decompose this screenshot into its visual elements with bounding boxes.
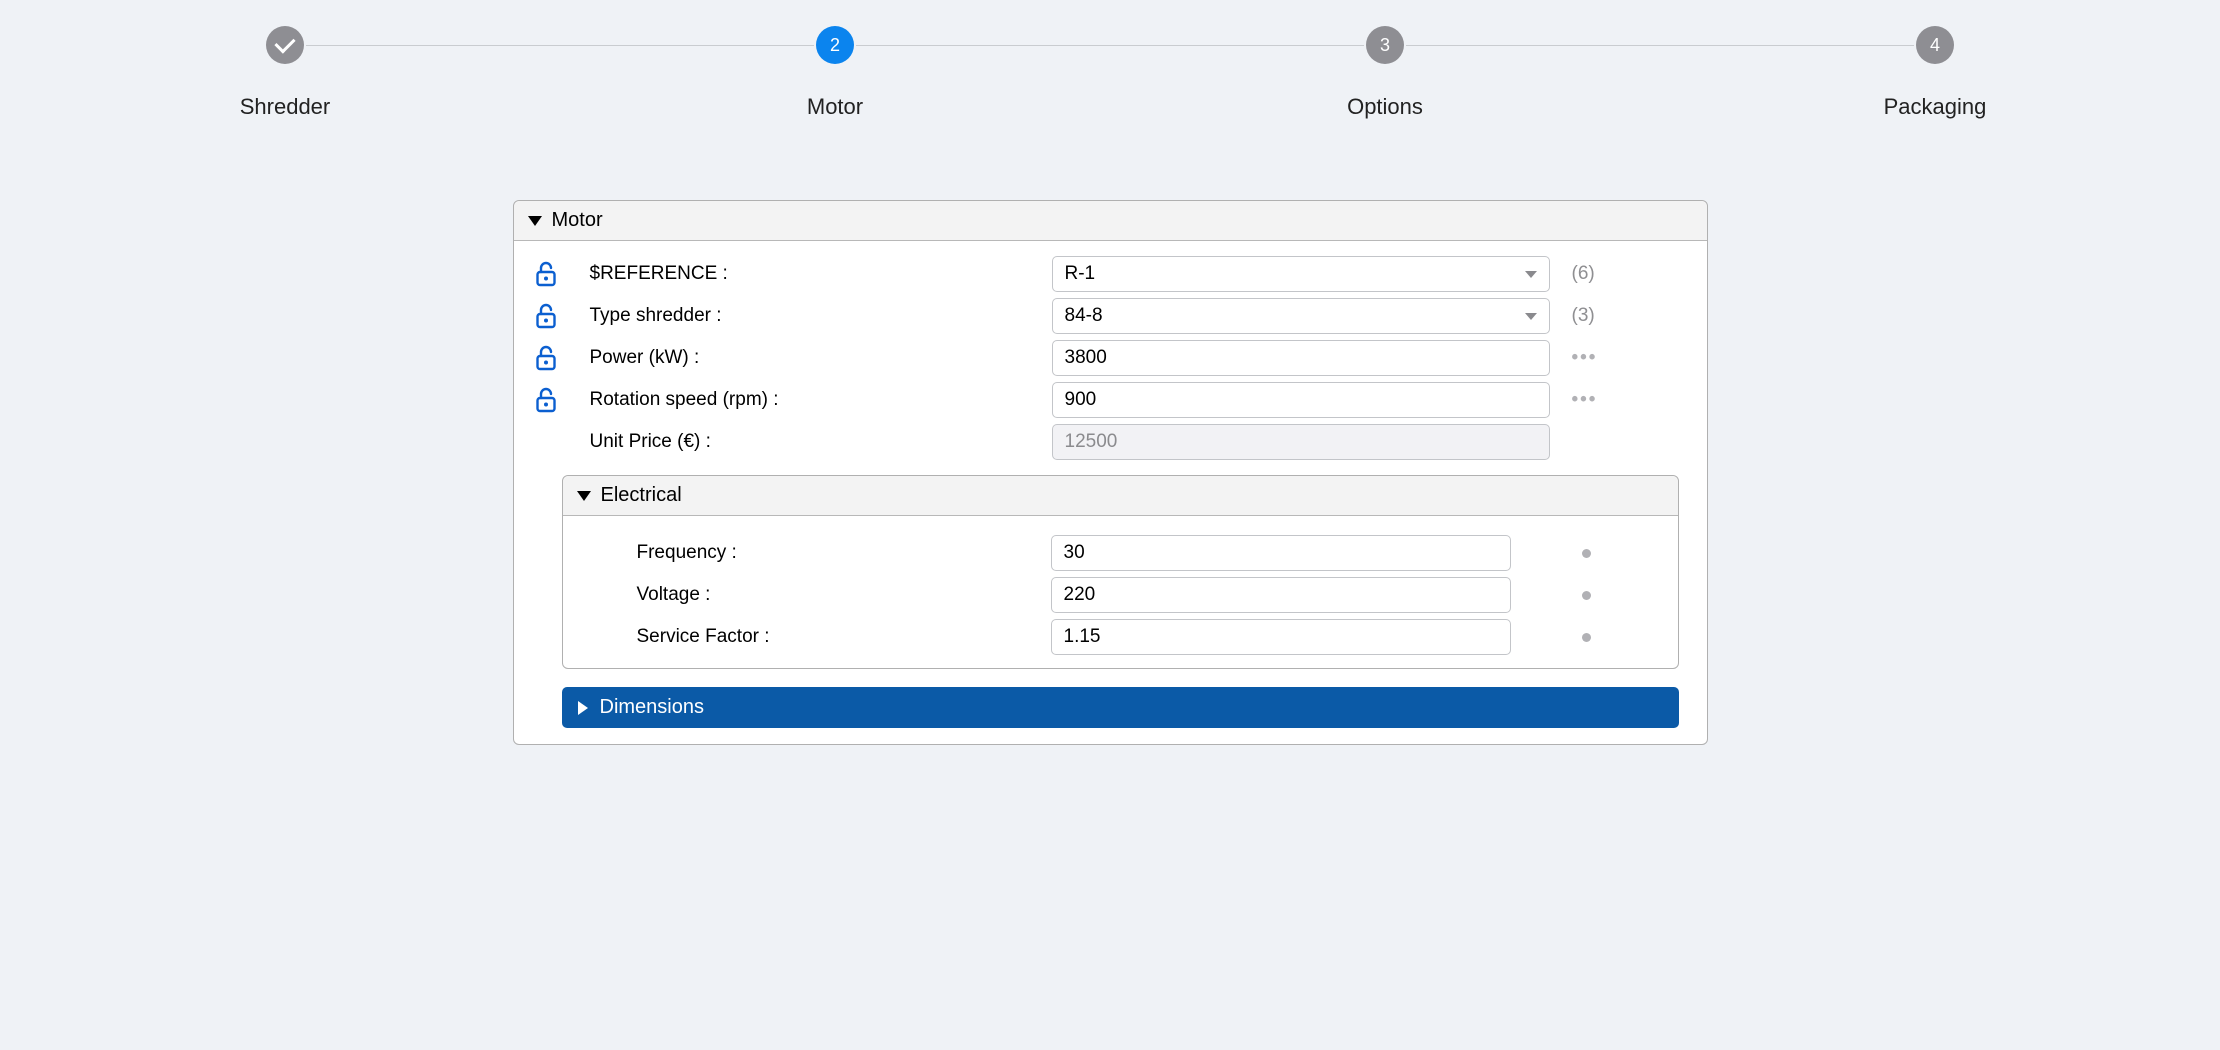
unlock-icon[interactable] — [534, 386, 558, 414]
step-shredder[interactable]: Shredder — [10, 26, 560, 120]
field-label: Voltage : — [573, 584, 1051, 606]
check-icon — [266, 26, 304, 64]
rotation-speed-input[interactable] — [1052, 382, 1550, 418]
reference-select[interactable]: R-1 — [1052, 256, 1550, 292]
dimensions-panel-header[interactable]: Dimensions — [562, 687, 1679, 728]
voltage-input[interactable] — [1051, 577, 1511, 613]
status-dot-icon — [1582, 633, 1591, 642]
chevron-down-icon — [1525, 271, 1537, 278]
step-label: Shredder — [240, 94, 331, 120]
motor-panel-header[interactable]: Motor — [514, 201, 1707, 241]
row-voltage: Voltage : — [573, 574, 1662, 616]
unit-price-input-field — [1065, 431, 1537, 453]
row-frequency: Frequency : — [573, 532, 1662, 574]
chevron-down-icon — [1525, 313, 1537, 320]
row-service-factor: Service Factor : — [573, 616, 1662, 658]
field-label: Frequency : — [573, 542, 1051, 564]
power-input[interactable] — [1052, 340, 1550, 376]
field-label: Type shredder : — [590, 305, 1052, 327]
panel-title: Dimensions — [600, 696, 704, 719]
row-reference: $REFERENCE : R-1 (6) — [532, 253, 1689, 295]
step-number-icon: 4 — [1916, 26, 1954, 64]
wizard-stepper: Shredder 2 Motor 3 Options 4 Packaging — [0, 0, 2220, 140]
row-type-shredder: Type shredder : 84-8 (3) — [532, 295, 1689, 337]
panel-title: Motor — [552, 209, 603, 232]
type-shredder-select[interactable]: 84-8 — [1052, 298, 1550, 334]
select-value: 84-8 — [1065, 305, 1103, 327]
collapse-icon — [577, 491, 591, 501]
field-label: Power (kW) : — [590, 347, 1052, 369]
power-input-field[interactable] — [1065, 347, 1537, 369]
more-icon[interactable]: ••• — [1572, 389, 1598, 410]
status-dot-icon — [1582, 591, 1591, 600]
panel-title: Electrical — [601, 484, 682, 507]
rotation-speed-input-field[interactable] — [1065, 389, 1537, 411]
step-label: Packaging — [1884, 94, 1987, 120]
step-label: Options — [1347, 94, 1423, 120]
more-icon[interactable]: ••• — [1572, 347, 1598, 368]
expand-icon — [578, 701, 588, 715]
step-label: Motor — [807, 94, 863, 120]
row-rotation-speed: Rotation speed (rpm) : ••• — [532, 379, 1689, 421]
field-label: $REFERENCE : — [590, 263, 1052, 285]
option-count: (3) — [1550, 305, 1689, 327]
electrical-panel-header[interactable]: Electrical — [563, 476, 1678, 516]
frequency-input-field[interactable] — [1064, 542, 1498, 564]
electrical-panel: Electrical Frequency : Voltage : — [562, 475, 1679, 669]
voltage-input-field[interactable] — [1064, 584, 1498, 606]
unit-price-input — [1052, 424, 1550, 460]
collapse-icon — [528, 216, 542, 226]
unlock-icon[interactable] — [534, 344, 558, 372]
select-value: R-1 — [1065, 263, 1096, 285]
field-label: Unit Price (€) : — [590, 431, 1052, 453]
unlock-icon[interactable] — [534, 260, 558, 288]
unlock-icon[interactable] — [534, 302, 558, 330]
service-factor-input[interactable] — [1051, 619, 1511, 655]
step-motor[interactable]: 2 Motor — [560, 26, 1110, 120]
step-number-icon: 2 — [816, 26, 854, 64]
step-number-icon: 3 — [1366, 26, 1404, 64]
motor-panel: Motor $REFERENCE : R-1 (6) — [513, 200, 1708, 745]
row-power: Power (kW) : ••• — [532, 337, 1689, 379]
option-count: (6) — [1550, 263, 1689, 285]
step-packaging[interactable]: 4 Packaging — [1660, 26, 2210, 120]
step-options[interactable]: 3 Options — [1110, 26, 1660, 120]
status-dot-icon — [1582, 549, 1591, 558]
service-factor-input-field[interactable] — [1064, 626, 1498, 648]
frequency-input[interactable] — [1051, 535, 1511, 571]
field-label: Service Factor : — [573, 626, 1051, 648]
row-unit-price: Unit Price (€) : — [532, 421, 1689, 463]
field-label: Rotation speed (rpm) : — [590, 389, 1052, 411]
